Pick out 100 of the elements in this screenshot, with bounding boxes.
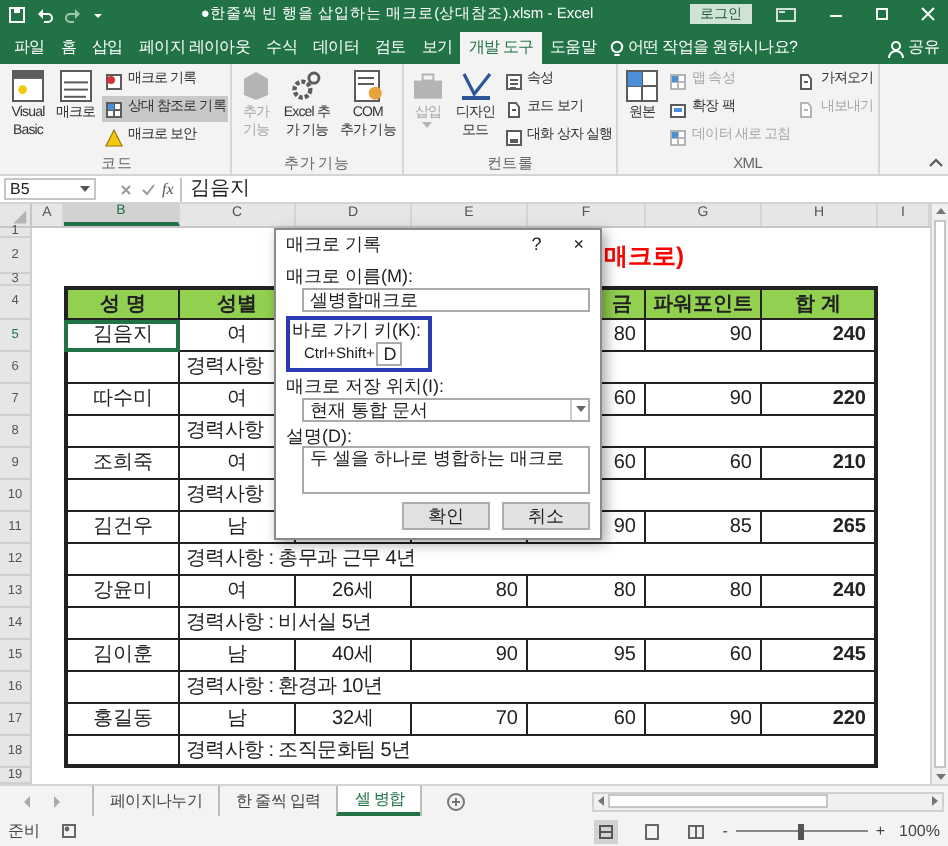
name-box[interactable]: B5 (4, 178, 96, 200)
menu-tab[interactable]: 도움말 (541, 32, 604, 64)
scroll-thumb[interactable] (608, 794, 828, 808)
menu-tab[interactable]: 보기 (413, 32, 461, 64)
field-label: 매크로 이름(M): (286, 266, 415, 286)
window-icon (503, 127, 524, 147)
tell-me-field[interactable]: 어떤 작업을 원하시나요? (627, 36, 798, 60)
formula-field[interactable]: 김음지 (179, 177, 944, 201)
ribbon-display-icon[interactable] (774, 5, 798, 23)
table-cell: 김건우 (64, 512, 180, 544)
lightbulb-icon (609, 39, 624, 57)
close-button[interactable]: × (565, 232, 592, 260)
menu-tab[interactable]: 페이지 레이아웃 (130, 32, 259, 64)
table-cell: 김음지 (64, 320, 180, 352)
add-sheet-icon[interactable] (446, 791, 467, 811)
record-icon (103, 71, 124, 91)
redo-icon[interactable] (64, 5, 82, 23)
table-cell: 80 (646, 576, 762, 608)
table-cell: 70 (412, 704, 528, 736)
table-cell: 60 (528, 704, 646, 736)
maximize-icon[interactable] (870, 5, 894, 23)
scroll-thumb[interactable] (934, 220, 946, 768)
table-cell: 남 (180, 640, 296, 672)
table-cell: 따수미 (64, 384, 180, 416)
dialog-button[interactable]: 확인 (402, 502, 490, 530)
undo-icon[interactable] (36, 5, 54, 23)
menu-tab[interactable]: 삽입 (84, 32, 131, 64)
zoom-out-button[interactable]: - (722, 819, 728, 843)
table-cell: 210 (762, 448, 878, 480)
table-cell: 여 (180, 576, 296, 608)
dialog-button[interactable]: 취소 (502, 502, 590, 530)
caret-icon (422, 122, 433, 130)
page-break-icon[interactable] (686, 821, 707, 841)
table-cell: 85 (646, 512, 762, 544)
document-icon (796, 99, 817, 119)
table-cell: 240 (762, 320, 878, 352)
macro-record-icon[interactable] (60, 822, 78, 840)
cancel-icon[interactable] (118, 181, 134, 197)
table-cell: 강윤미 (64, 576, 180, 608)
sheet-title: 매크로) (604, 240, 684, 274)
dropdown[interactable]: 현재 통합 문서 (302, 398, 590, 422)
save-icon[interactable] (8, 5, 26, 23)
collapse-icon[interactable] (928, 156, 944, 168)
input-field[interactable]: D (376, 342, 403, 366)
menu-tab[interactable]: 수식 (258, 32, 305, 64)
caret-icon (80, 185, 90, 193)
menu-tab[interactable]: 파일 (6, 32, 53, 64)
text-area[interactable]: 두 셀을 하나로 병합하는 매크로 (302, 446, 590, 494)
left-arrow-icon[interactable] (594, 794, 608, 808)
warning-icon (103, 127, 124, 147)
share-button[interactable]: 공유 (888, 32, 948, 64)
table-icon (103, 99, 124, 119)
document-icon (796, 71, 817, 91)
table-cell: 240 (762, 576, 878, 608)
menu-tab[interactable]: 검토 (367, 32, 414, 64)
table-cell: 26세 (296, 576, 412, 608)
zoom-in-button[interactable]: + (875, 819, 886, 843)
caret-icon (575, 406, 585, 414)
normal-view-icon[interactable] (594, 819, 619, 843)
help-button[interactable]: ? (523, 232, 550, 260)
page-layout-icon[interactable] (642, 821, 663, 841)
down-arrow-icon[interactable] (933, 770, 947, 784)
table-cell: 40세 (296, 640, 412, 672)
table-cell: 경력사항 : 환경과 10년 (180, 672, 878, 704)
previous-sheet-icon[interactable] (20, 793, 36, 809)
menu-tab[interactable]: 데이터 (304, 32, 368, 64)
vertical-scrollbar[interactable] (930, 204, 948, 784)
function-button[interactable]: fx (162, 177, 174, 201)
table-cell: 경력사항 : 비서실 5년 (180, 608, 878, 640)
close-icon[interactable] (916, 5, 940, 23)
document-icon (503, 99, 524, 119)
table-cell: 60 (646, 640, 762, 672)
zoom-level[interactable]: 100% (899, 819, 940, 843)
table-cell: 265 (762, 512, 878, 544)
sheet-tab[interactable]: 셀 병합 (336, 786, 421, 816)
table-cell: 김이훈 (64, 640, 180, 672)
zoom-slider[interactable] (735, 823, 868, 839)
horizontal-scrollbar[interactable] (592, 791, 944, 811)
check-icon[interactable] (140, 181, 156, 197)
input-field[interactable]: 셀병합매크로 (302, 288, 590, 312)
table-cell: 60 (646, 448, 762, 480)
field-label: 설명(D): (286, 426, 354, 446)
table-cell: 80 (412, 576, 528, 608)
column-header: 성 명 (64, 286, 180, 320)
table-icon (668, 71, 689, 91)
dialog-title: 매크로 기록 (286, 232, 384, 259)
person-icon (888, 39, 904, 57)
right-arrow-icon[interactable] (928, 794, 942, 808)
slider-thumb[interactable] (798, 823, 805, 839)
table-cell: 90 (646, 320, 762, 352)
field-label: 바로 가기 키(K): (292, 320, 423, 342)
menu-tab[interactable]: 개발 도구 (460, 32, 542, 64)
next-sheet-icon[interactable] (48, 793, 64, 809)
menu-tab[interactable]: 홈 (52, 32, 85, 64)
up-arrow-icon[interactable] (933, 204, 947, 218)
table-cell: 80 (528, 576, 646, 608)
table-cell: 90 (412, 640, 528, 672)
table-cell: 220 (762, 384, 878, 416)
table-cell: 90 (646, 384, 762, 416)
table-cell: 90 (646, 704, 762, 736)
